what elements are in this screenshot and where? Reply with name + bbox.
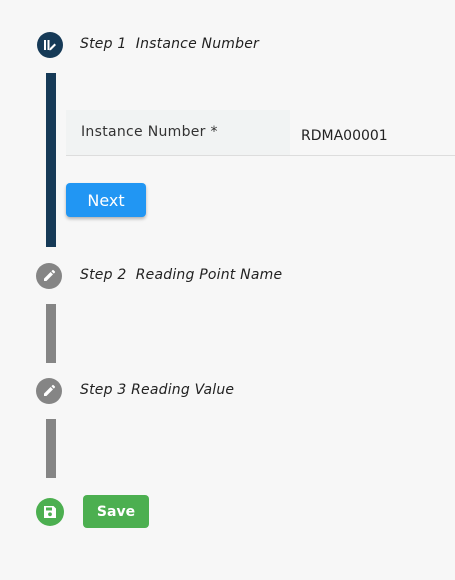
step-1-icon: [37, 32, 63, 58]
instance-number-field: Instance Number *: [66, 110, 455, 156]
save-step-icon: [36, 498, 64, 526]
step-2-icon: [36, 263, 62, 289]
instance-number-label: Instance Number *: [66, 110, 290, 155]
step-3-rail: [46, 419, 56, 478]
step-2-title[interactable]: Step 2 Reading Point Name: [80, 267, 282, 283]
step-1-title[interactable]: Step 1 Instance Number: [80, 36, 259, 52]
floppy-disk-icon: [44, 506, 56, 518]
step-1-rail: [46, 73, 56, 247]
step-active-icon: [44, 40, 56, 51]
next-button[interactable]: Next: [66, 183, 146, 217]
pencil-icon: [44, 269, 56, 281]
step-3-icon: [36, 378, 62, 404]
instance-number-input[interactable]: [290, 110, 455, 155]
step-2-rail: [46, 304, 56, 363]
step-3-title[interactable]: Step 3 Reading Value: [80, 382, 234, 398]
pencil-icon: [44, 384, 56, 396]
save-button[interactable]: Save: [83, 495, 149, 528]
